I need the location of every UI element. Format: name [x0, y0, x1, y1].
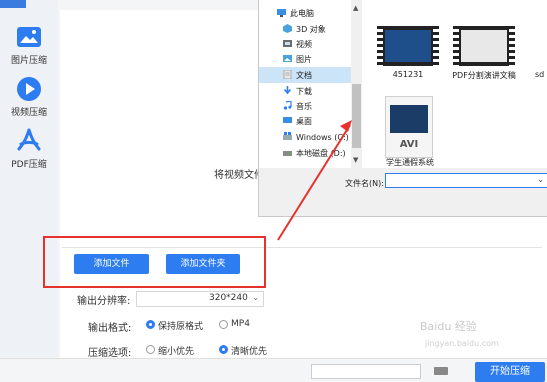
filename-label: 文件名(N): [345, 179, 384, 188]
nav-item-label: 图片 [296, 55, 312, 64]
scroll-down-icon[interactable]: ▼ [353, 156, 358, 164]
nav-item-label: 文档 [296, 71, 312, 80]
file-thumbnail-video[interactable] [453, 26, 515, 66]
nav-item-label: 3D 对象 [296, 25, 326, 34]
app-logo [0, 0, 26, 8]
watermark-url: jingyan.baidu.com [425, 339, 499, 348]
avi-label: AVI [399, 139, 419, 150]
compress-label: 压缩选项: [88, 348, 132, 359]
filename-input[interactable]: ⌄ [385, 173, 547, 188]
file-name: PDF分割演讲文稿 [452, 71, 516, 80]
output-path-field[interactable] [311, 364, 421, 379]
drop-hint-text: 将视频文件 [214, 170, 264, 181]
format-option-mp4: MP4 [231, 319, 250, 329]
nav-item-label: Windows (C:) [296, 133, 349, 142]
file-name: 451231 [392, 70, 424, 79]
computer-icon [277, 9, 286, 17]
avi-file-icon[interactable]: AVI [385, 96, 433, 158]
sidebar-item-label: 视频压缩 [10, 108, 47, 118]
sidebar-item-video-compress[interactable]: 视频压缩 [0, 76, 58, 118]
document-folder-icon [283, 70, 292, 79]
chevron-down-icon[interactable]: ⌄ [537, 175, 544, 184]
sidebar-item-pdf-compress[interactable]: PDF压缩 [0, 128, 58, 170]
filename-row: 文件名(N): ⌄ [259, 168, 547, 216]
download-icon [283, 86, 292, 95]
folder-icon[interactable] [434, 367, 448, 375]
format-radio-mp4[interactable] [219, 320, 228, 329]
nav-item-label: 此电脑 [290, 9, 314, 18]
nav-item-label: 桌面 [296, 117, 312, 126]
nav-item-this-pc[interactable]: 此电脑 [277, 6, 361, 21]
nav-item-label: 音乐 [296, 102, 312, 111]
watermark: Baidu 经验 [420, 320, 477, 333]
sidebar-item-image-compress[interactable]: 图片压缩 [0, 24, 58, 66]
file-name: sd [535, 70, 545, 79]
drive-icon [283, 151, 292, 156]
start-compress-button[interactable]: 开始压缩 [475, 362, 545, 382]
sidebar-item-label: PDF压缩 [11, 160, 47, 170]
pdf-icon [17, 128, 41, 151]
nav-item-label: 下载 [296, 87, 312, 96]
music-icon [283, 101, 292, 110]
scroll-up-icon[interactable]: ▲ [353, 4, 358, 12]
resolution-label: 输出分辨率: [77, 296, 131, 307]
picture-folder-icon [283, 55, 292, 62]
file-name: 学生通假系统 [386, 158, 434, 167]
video-folder-icon [283, 40, 292, 47]
bottom-bar [0, 358, 547, 376]
resolution-value: 320*240 [209, 293, 248, 303]
nav-scrollbar[interactable]: ▲ ▼ [351, 0, 362, 168]
format-radio-keep[interactable] [146, 320, 155, 329]
format-label: 输出格式: [88, 323, 132, 334]
highlight-box [43, 236, 266, 288]
image-icon [17, 27, 41, 47]
cube-icon [283, 24, 292, 33]
compress-radio-smaller[interactable] [146, 345, 155, 354]
nav-item-label: 本地磁盘 (D:) [296, 149, 346, 158]
format-option-keep: 保持原格式 [158, 322, 204, 332]
sidebar-item-label: 图片压缩 [10, 56, 47, 66]
resolution-select[interactable]: 320*240 ⌄ [136, 291, 264, 307]
desktop-folder-icon [283, 117, 292, 123]
compress-radio-clearer[interactable] [219, 345, 228, 354]
compress-option-smaller: 缩小优先 [158, 347, 195, 357]
file-thumbnail-video[interactable] [377, 26, 439, 66]
windows-drive-icon [283, 132, 292, 140]
file-open-dialog: 此电脑 3D 对象 视频 图片 文档 下载 音乐 桌面 Windows (C:)… [258, 0, 547, 217]
video-icon [17, 77, 41, 101]
dialog-nav-pane: 此电脑 3D 对象 视频 图片 文档 下载 音乐 桌面 Windows (C:)… [259, 0, 359, 168]
dialog-file-list: 451231 PDF分割演讲文稿 sd AVI 学生通假系统 [371, 0, 547, 168]
chevron-down-icon: ⌄ [252, 293, 259, 302]
sidebar: 图片压缩 视频压缩 PDF压缩 [0, 0, 58, 375]
scrollbar-thumb[interactable] [352, 84, 361, 148]
compress-option-clearer: 清晰优先 [231, 347, 268, 357]
nav-item-label: 视频 [296, 40, 312, 49]
